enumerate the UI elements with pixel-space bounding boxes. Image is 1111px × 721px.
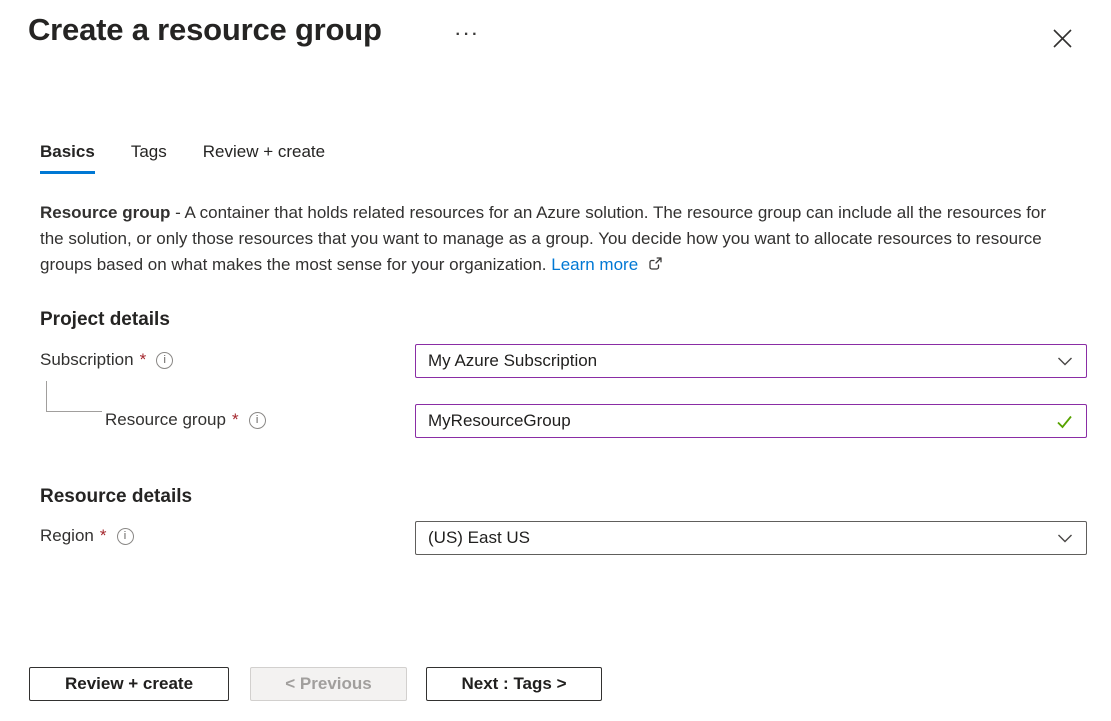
more-options-button[interactable]: ··· <box>448 18 488 52</box>
page-title: Create a resource group <box>28 12 382 48</box>
tree-connector-line <box>46 381 102 412</box>
section-heading-resource-details: Resource details <box>40 486 192 508</box>
info-icon[interactable]: i <box>249 412 266 429</box>
chevron-down-icon <box>1056 529 1074 547</box>
ellipsis-icon: ··· <box>456 26 481 44</box>
tab-basics[interactable]: Basics <box>40 142 95 174</box>
close-button[interactable] <box>1044 20 1080 56</box>
subscription-label: Subscription * i <box>40 350 173 370</box>
required-asterisk: * <box>140 350 147 370</box>
section-heading-project-details: Project details <box>40 309 170 331</box>
close-icon <box>1052 28 1073 49</box>
validation-check-icon <box>1055 412 1074 431</box>
required-asterisk: * <box>100 526 107 546</box>
resource-group-input[interactable] <box>428 411 1055 431</box>
subscription-dropdown-value: My Azure Subscription <box>428 351 1056 371</box>
tab-review-create[interactable]: Review + create <box>203 142 325 174</box>
chevron-down-icon <box>1056 352 1074 370</box>
previous-button[interactable]: < Previous <box>250 667 407 701</box>
tab-tags[interactable]: Tags <box>131 142 167 174</box>
required-asterisk: * <box>232 410 239 430</box>
resource-group-field <box>415 404 1087 438</box>
next-tags-button[interactable]: Next : Tags > <box>426 667 602 701</box>
resource-group-label: Resource group * i <box>105 410 266 430</box>
review-create-button[interactable]: Review + create <box>29 667 229 701</box>
region-dropdown[interactable]: (US) East US <box>415 521 1087 555</box>
region-dropdown-value: (US) East US <box>428 528 1056 548</box>
info-icon[interactable]: i <box>117 528 134 545</box>
resource-group-description: Resource group - A container that holds … <box>40 200 1072 278</box>
resource-group-label-text: Resource group <box>105 410 226 430</box>
description-body: - A container that holds related resourc… <box>40 203 1046 274</box>
region-label-text: Region <box>40 526 94 546</box>
description-lead: Resource group <box>40 203 170 222</box>
region-label: Region * i <box>40 526 134 546</box>
learn-more-link[interactable]: Learn more <box>551 255 638 274</box>
tab-bar: Basics Tags Review + create <box>40 142 325 174</box>
info-icon[interactable]: i <box>156 352 173 369</box>
subscription-label-text: Subscription <box>40 350 134 370</box>
external-link-icon <box>647 256 663 272</box>
subscription-dropdown[interactable]: My Azure Subscription <box>415 344 1087 378</box>
